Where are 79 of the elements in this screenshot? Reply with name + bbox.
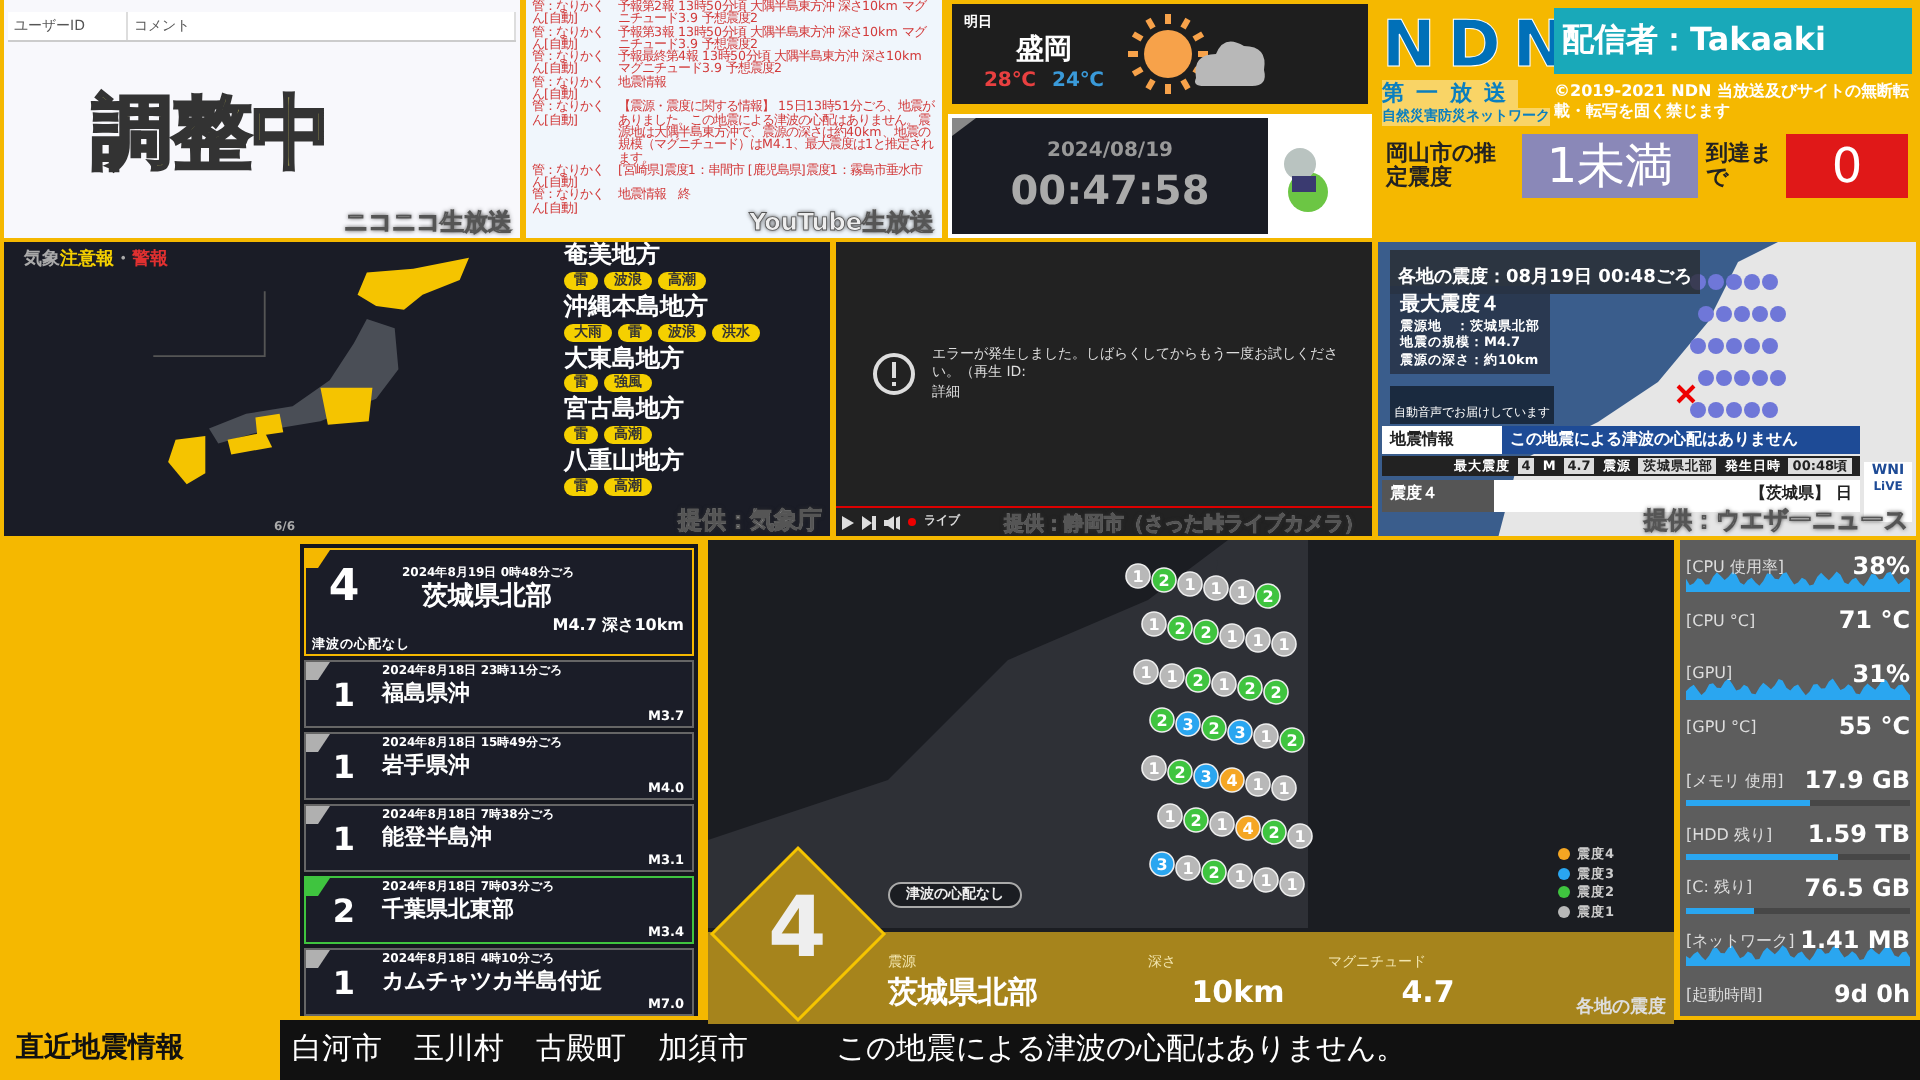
region-name: 沖縄本島地方 <box>564 293 708 322</box>
source-caption: ニコニコ生放送 <box>344 206 512 238</box>
stat-value: 1.41 MB <box>1800 926 1910 959</box>
epicenter-name: 岩手県沖 <box>382 751 472 780</box>
warning-title: 気象 <box>24 250 60 274</box>
stat-label: [GPU] <box>1686 664 1733 686</box>
place-name: 古殿町 <box>536 1030 626 1070</box>
warning-title: 注意報 <box>60 250 114 274</box>
info-label: 地震情報 <box>1382 426 1502 455</box>
max-intensity-value: 4 <box>768 876 827 981</box>
volume-icon[interactable] <box>884 515 900 529</box>
stat-value: 31% <box>1852 659 1910 691</box>
stat-label: [メモリ 使用] <box>1686 771 1784 793</box>
stat-value: 9d 0h <box>1833 980 1910 1012</box>
place-name: 白河市 <box>292 1030 382 1070</box>
source-caption: 提供：気象庁 <box>678 504 822 536</box>
streamer-name: 配信者：Takaaki <box>1554 8 1912 74</box>
live-dot-icon <box>908 518 916 526</box>
stat-label: [C: 残り] <box>1686 878 1753 900</box>
stat-label: [起動時間] <box>1686 985 1763 1007</box>
play-icon[interactable] <box>842 515 854 529</box>
stat-label: [ネットワーク] <box>1686 932 1795 953</box>
city-name: 盛岡 <box>1016 31 1072 69</box>
place-name: 加須市 <box>658 1030 748 1070</box>
ticker-title: 直近地震情報 <box>14 1029 186 1067</box>
corner-mark <box>952 118 976 136</box>
station-name: 第一放送 <box>1382 80 1518 109</box>
status-text: 調整中 <box>90 86 334 184</box>
next-icon[interactable] <box>862 515 876 529</box>
intensity-value: 4 <box>326 562 362 612</box>
stat-label: [GPU °C] <box>1686 718 1757 739</box>
intensity-value: 2 <box>330 891 358 929</box>
stat-label: [CPU 使用率] <box>1686 557 1785 579</box>
epicenter-name: カムチャツカ半島付近 <box>382 967 604 996</box>
map-caption: 各地の震度 <box>1576 998 1666 1022</box>
intensity-label: 岡山市の推定震度 <box>1386 141 1498 193</box>
region-name: 八重山地方 <box>564 448 684 476</box>
stat-value: 38% <box>1852 552 1910 584</box>
prefecture-name: 【茨城県】 日 <box>1748 482 1854 506</box>
stat-value: 71 °C <box>1838 605 1910 638</box>
field-value: 4.7 <box>1399 973 1457 1012</box>
intensity-value: 1 <box>330 963 358 1001</box>
copyright-notice: ©2019-2021 NDN 当放送及びサイトの無断転載・転写を固く禁じます <box>1554 82 1911 124</box>
epicenter-name: 茨城県北部 <box>420 582 554 617</box>
arrival-countdown: 0 <box>1786 134 1908 199</box>
region-name: 大東島地方 <box>564 345 684 373</box>
intensity-scale-label: 震度４ <box>1382 480 1494 512</box>
intensity-value: 1 <box>330 747 358 785</box>
max-intensity-label: 最大震度４ <box>1400 292 1502 318</box>
warning-title: 警報 <box>132 250 168 274</box>
place-name: 玉川村 <box>414 1030 504 1070</box>
source-caption: 提供：ウエザーニュース <box>1644 504 1908 536</box>
estimated-intensity: 1未満 <box>1522 134 1698 199</box>
shake-map-header: 各地の震度：08月19日 00:48ごろ <box>1398 268 1692 288</box>
stat-label: [HDD 残り] <box>1686 825 1773 846</box>
epicenter-name: 千葉県北東部 <box>382 895 516 924</box>
stat-label: [CPU °C] <box>1686 611 1756 632</box>
high-temperature: 28℃ <box>983 68 1036 95</box>
stat-value: 1.59 TB <box>1807 819 1910 852</box>
warning-title: ・ <box>114 250 132 274</box>
arrival-label: 到達まで <box>1706 141 1774 193</box>
error-icon <box>872 352 916 396</box>
clock-time: 00:47:58 <box>1010 163 1210 215</box>
intensity-value: 1 <box>330 819 358 857</box>
field-value: 茨城県北部 <box>888 973 1040 1012</box>
epicenter-name: 福島県沖 <box>382 679 472 708</box>
intensity-value: 1 <box>330 675 358 713</box>
tsunami-message: この地震による津波の心配はありません <box>1502 426 1860 455</box>
low-temperature: 24℃ <box>1052 68 1105 95</box>
stat-value: 76.5 GB <box>1804 873 1910 905</box>
magnitude-value: M4.7 深さ10km <box>552 616 684 638</box>
ticker-message: この地震による津波の心配はありません。 <box>836 1030 1406 1070</box>
source-caption: YouTube生放送 <box>748 206 934 238</box>
field-value: 10km <box>1189 973 1287 1012</box>
stat-value: 55 °C <box>1838 712 1910 745</box>
region-name: 宮古島地方 <box>564 396 684 425</box>
epicenter-name: 能登半島沖 <box>382 823 494 852</box>
stat-value: 17.9 GB <box>1804 766 1910 798</box>
clock-date: 2024/08/19 <box>1047 137 1173 163</box>
